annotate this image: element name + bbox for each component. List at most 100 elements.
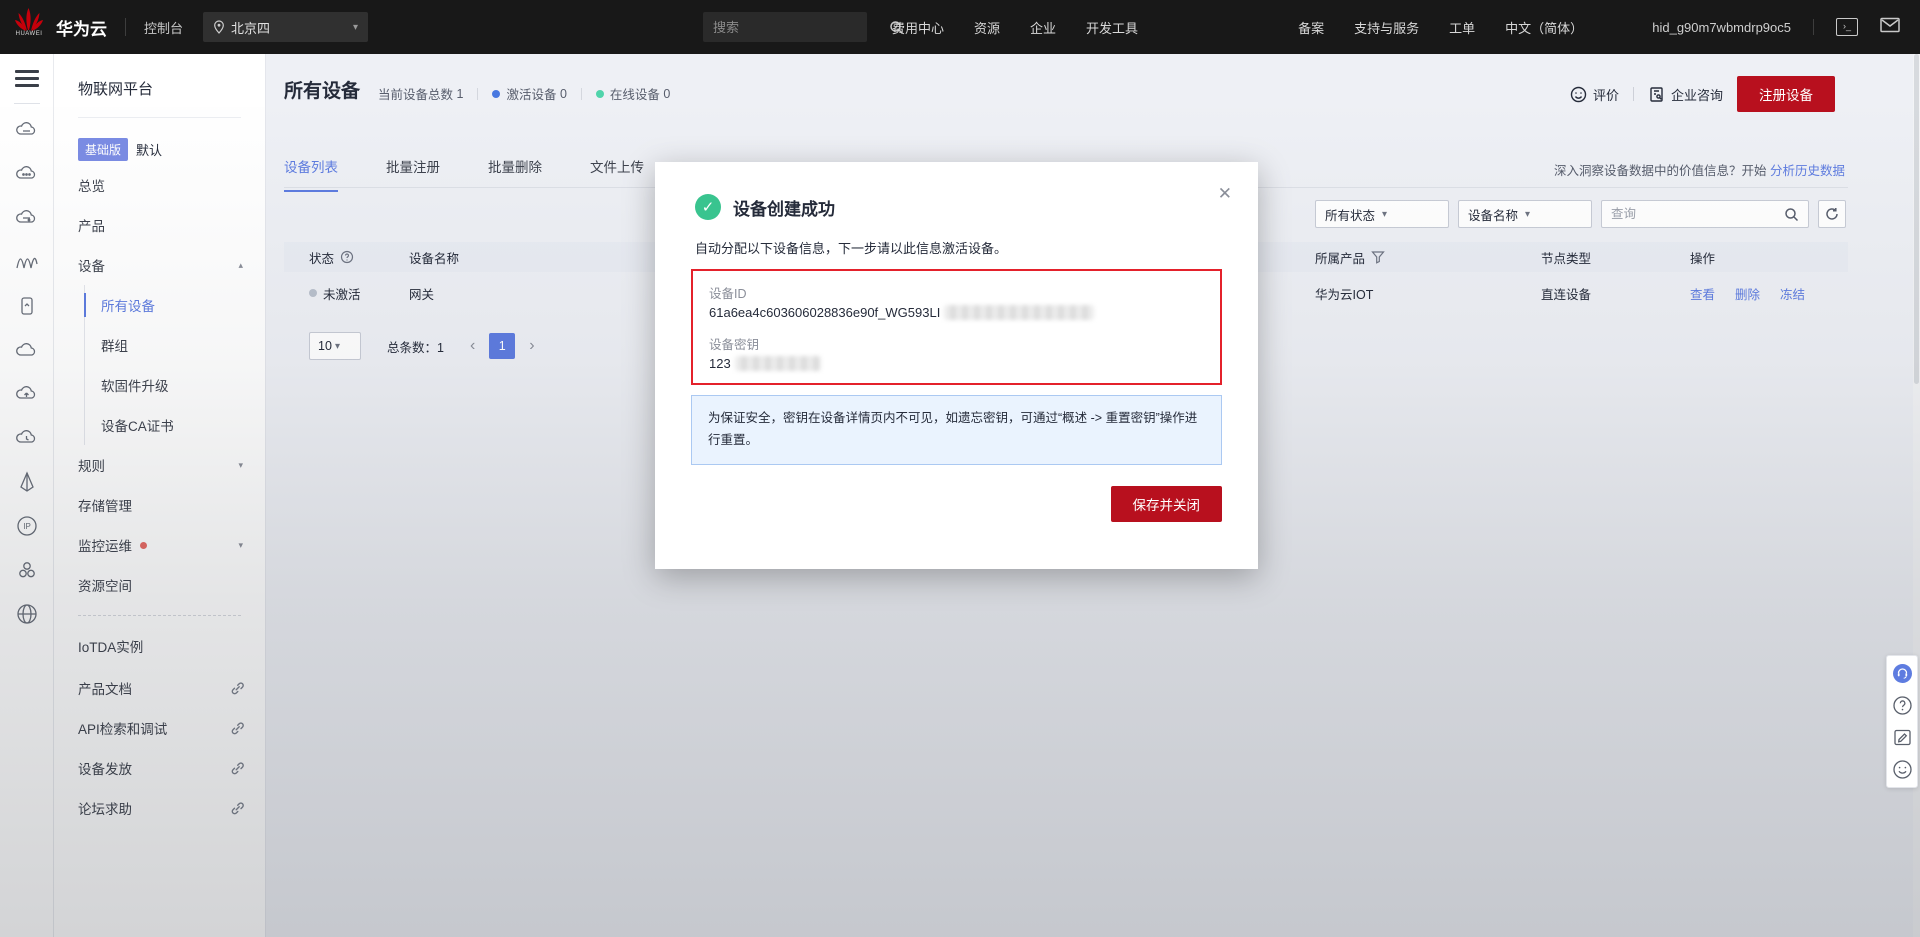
menu-support[interactable]: 支持与服务 xyxy=(1354,18,1419,37)
sidebar-item-device-provisioning[interactable]: 设备发放 xyxy=(54,748,265,788)
external-link-icon xyxy=(230,761,245,776)
help-circle-icon[interactable] xyxy=(340,250,354,264)
menu-resources[interactable]: 资源 xyxy=(974,18,1000,37)
cloud-icon[interactable] xyxy=(15,338,39,362)
region-selector[interactable]: 北京四 ▾ xyxy=(203,12,368,42)
sidebar-item-resource-spaces[interactable]: 资源空间 xyxy=(54,565,265,605)
sidebar-item-monitoring-om[interactable]: 监控运维 ▾ xyxy=(54,525,265,565)
menu-ticket[interactable]: 工单 xyxy=(1449,18,1475,37)
cloud-database-icon[interactable] xyxy=(15,206,39,230)
sidebar-item-device-ca-cert[interactable]: 设备CA证书 xyxy=(85,405,265,445)
account-id[interactable]: hid_g90m7wbmdrp9oc5 xyxy=(1652,20,1791,35)
cloud-more-icon[interactable] xyxy=(15,162,39,186)
filter-funnel-icon[interactable] xyxy=(1371,250,1385,264)
cli-terminal-icon[interactable]: ›_ xyxy=(1836,18,1858,36)
status-filter-select[interactable]: 所有状态 ▾ xyxy=(1315,200,1449,228)
global-search-input[interactable] xyxy=(713,20,889,35)
sidebar-item-api-explorer[interactable]: API检索和调试 xyxy=(54,708,265,748)
console-link[interactable]: 控制台 xyxy=(144,18,183,37)
cluster-icon[interactable] xyxy=(15,558,39,582)
region-label: 北京四 xyxy=(231,18,353,37)
sidebar-item-groups[interactable]: 群组 xyxy=(85,325,265,365)
help-icon[interactable] xyxy=(1892,695,1913,716)
help-dock xyxy=(1886,655,1918,788)
device-name: 网关 xyxy=(409,277,434,309)
huawei-logo[interactable]: HUAWEI xyxy=(12,7,46,47)
menu-dev-tools[interactable]: 开发工具 xyxy=(1086,18,1138,37)
device-search-input[interactable] xyxy=(1611,207,1784,221)
sidebar-item-product-docs[interactable]: 产品文档 xyxy=(54,668,265,708)
external-link-icon xyxy=(230,721,245,736)
globe-icon[interactable] xyxy=(15,602,39,626)
delete-link[interactable]: 删除 xyxy=(1735,284,1760,303)
hamburger-menu-icon[interactable] xyxy=(15,66,39,91)
security-notice: 为保证安全，密钥在设备详情页内不可见，如遗忘密钥，可通过“概述 -> 重置密钥”… xyxy=(691,395,1222,465)
prev-page-button[interactable]: ‹ xyxy=(470,337,475,355)
feedback-icon[interactable] xyxy=(1892,727,1913,748)
refresh-button[interactable] xyxy=(1818,200,1846,228)
chevron-down-icon: ▾ xyxy=(238,540,243,551)
rate-button[interactable]: 评价 xyxy=(1570,85,1619,104)
device-search-box[interactable] xyxy=(1601,200,1809,228)
menu-icp-filing[interactable]: 备案 xyxy=(1298,18,1324,37)
edition-badge[interactable]: 基础版 xyxy=(78,138,128,161)
menu-billing-center[interactable]: 费用中心 xyxy=(892,18,944,37)
device-product: 华为云IOT xyxy=(1315,277,1373,309)
global-search[interactable] xyxy=(703,12,867,42)
external-link-icon xyxy=(230,801,245,816)
scrollbar-thumb[interactable] xyxy=(1914,54,1919,384)
brand-title[interactable]: 华为云 xyxy=(56,15,107,40)
total-count-label: 总条数：1 xyxy=(387,337,444,356)
prism-icon[interactable] xyxy=(15,470,39,494)
current-page-button[interactable]: 1 xyxy=(489,333,515,359)
page-size-select[interactable]: 10 ▾ xyxy=(309,332,361,360)
huawei-logo-word: HUAWEI xyxy=(16,31,43,37)
menu-language[interactable]: 中文（简体） xyxy=(1505,18,1583,37)
divider xyxy=(1813,19,1814,35)
close-icon[interactable]: ✕ xyxy=(1218,184,1232,204)
sidebar-item-storage-management[interactable]: 存储管理 xyxy=(54,485,265,525)
dashed-divider xyxy=(78,615,241,616)
sidebar-item-firmware-upgrade[interactable]: 软固件升级 xyxy=(85,365,265,405)
device-id-label: 设备ID xyxy=(709,283,1204,302)
register-device-button[interactable]: 注册设备 xyxy=(1737,76,1835,112)
notification-dot xyxy=(140,542,147,549)
sidebar-item-products[interactable]: 产品 xyxy=(54,205,265,245)
analyze-history-link[interactable]: 分析历史数据 xyxy=(1770,164,1845,178)
sidebar-item-rules[interactable]: 规则 ▾ xyxy=(54,445,265,485)
mobile-device-icon[interactable] xyxy=(15,294,39,318)
support-headset-icon[interactable] xyxy=(1892,663,1913,684)
cloud-sync-icon[interactable] xyxy=(15,426,39,450)
save-and-close-button[interactable]: 保存并关闭 xyxy=(1111,486,1223,522)
search-icon[interactable] xyxy=(1784,207,1799,222)
sidebar-item-overview[interactable]: 总览 xyxy=(54,165,265,205)
consult-document-icon xyxy=(1648,86,1665,103)
cloud-upload-icon[interactable] xyxy=(15,382,39,406)
external-link-icon xyxy=(230,681,245,696)
online-dot-icon xyxy=(596,90,604,98)
device-secret-value: 123 xyxy=(709,356,731,371)
chevron-down-icon: ▾ xyxy=(335,341,352,352)
scrollbar[interactable] xyxy=(1913,54,1920,937)
sidebar-item-iotda-instances[interactable]: IoTDA实例 xyxy=(54,626,265,666)
iot-platform-sidebar: 物联网平台 基础版 默认 总览 产品 设备 ▴ 所有设备 群组 软固件升级 设备… xyxy=(54,54,266,937)
freeze-link[interactable]: 冻结 xyxy=(1780,284,1805,303)
menu-enterprise[interactable]: 企业 xyxy=(1030,18,1056,37)
waves-icon[interactable] xyxy=(15,250,39,274)
name-filter-select[interactable]: 设备名称 ▾ xyxy=(1458,200,1592,228)
activated-dot-icon xyxy=(492,90,500,98)
smiley-icon[interactable] xyxy=(1892,759,1913,780)
next-page-button[interactable]: › xyxy=(529,337,534,355)
message-mail-icon[interactable] xyxy=(1880,17,1900,38)
enterprise-consult-button[interactable]: 企业咨询 xyxy=(1648,85,1723,104)
chevron-up-icon: ▴ xyxy=(238,260,243,271)
sidebar-item-devices[interactable]: 设备 ▴ xyxy=(54,245,265,285)
view-link[interactable]: 查看 xyxy=(1690,284,1715,303)
sidebar-item-forum-help[interactable]: 论坛求助 xyxy=(54,788,265,828)
cloud-server-icon[interactable] xyxy=(15,118,39,142)
modal-description: 自动分配以下设备信息，下一步请以此信息激活设备。 xyxy=(655,220,1258,257)
edition-name: 默认 xyxy=(136,140,162,159)
ip-address-icon[interactable]: IP xyxy=(15,514,39,538)
sidebar-item-all-devices[interactable]: 所有设备 xyxy=(85,285,265,325)
device-created-modal: ✕ ✓ 设备创建成功 自动分配以下设备信息，下一步请以此信息激活设备。 设备ID… xyxy=(655,162,1258,569)
